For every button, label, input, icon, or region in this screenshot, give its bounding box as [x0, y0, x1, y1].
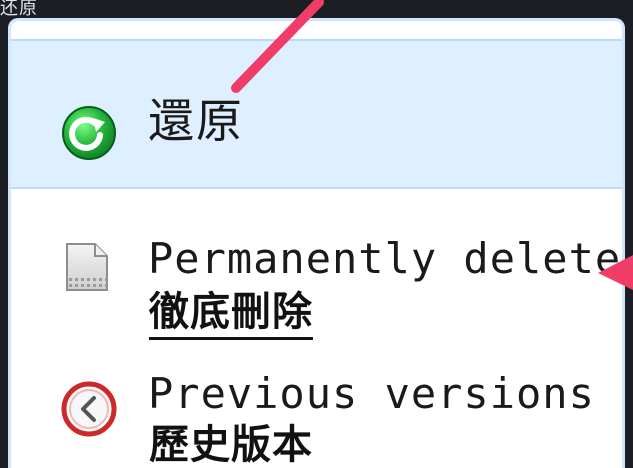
permanently-delete-label: Permanently delete [148, 234, 622, 283]
window-title: 还原 [0, 0, 38, 18]
permanently-delete-translation: 徹底刪除 [149, 289, 313, 340]
restore-label: 還原 [148, 94, 244, 148]
menu-item-restore[interactable]: 還原 [11, 39, 622, 189]
menu-item-permanently-delete[interactable]: Permanently delete 徹底刪除 [11, 209, 622, 349]
previous-versions-label: Previous versions [148, 369, 595, 418]
delete-icon [57, 236, 121, 300]
menu-item-previous-versions[interactable]: Previous versions 歷史版本 [11, 349, 622, 468]
previous-versions-translation: 歷史版本 [149, 422, 313, 468]
context-menu: 還原 Permanently delete 徹底刪除 Previous vers… [8, 18, 625, 468]
previous-versions-icon [57, 377, 121, 441]
restore-icon [57, 101, 121, 165]
